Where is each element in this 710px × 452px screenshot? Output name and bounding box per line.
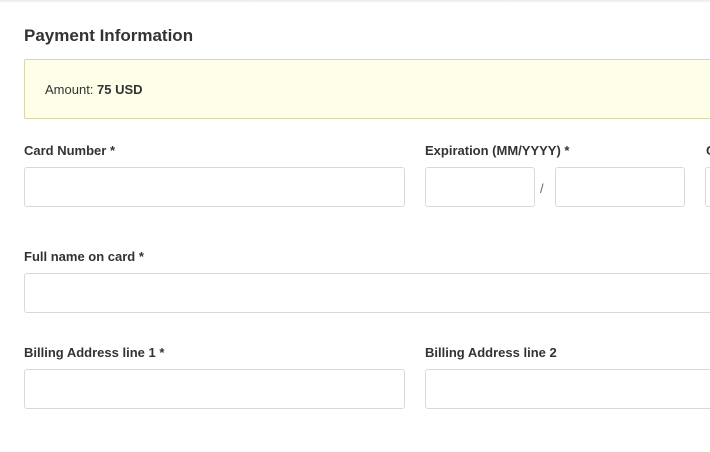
amount-box: Amount: 75 USD [24,59,710,119]
expiration-month-input[interactable] [425,167,535,207]
billing-line2-label: Billing Address line 2 [425,345,557,360]
expiration-label: Expiration (MM/YYYY) * [425,143,570,158]
card-number-input[interactable] [24,167,405,207]
section-title: Payment Information [24,26,194,45]
billing-line1-label: Billing Address line 1 * [24,345,165,360]
cvc-input[interactable] [705,167,710,207]
amount-label: Amount: [45,82,94,97]
amount-value: 75 USD [97,82,143,97]
full-name-label: Full name on card * [24,249,144,264]
amount-text: Amount: 75 USD [45,82,143,97]
expiration-year-input[interactable] [555,167,685,207]
billing-line1-input[interactable] [24,369,405,409]
billing-line2-input[interactable] [425,369,710,409]
card-number-label: Card Number * [24,143,116,158]
full-name-input[interactable] [24,273,710,313]
top-divider [0,0,710,3]
payment-page: Payment Information Amount: 75 USD Card … [0,0,710,452]
cvc-label: C [706,143,710,158]
expiration-separator: / [540,181,544,196]
